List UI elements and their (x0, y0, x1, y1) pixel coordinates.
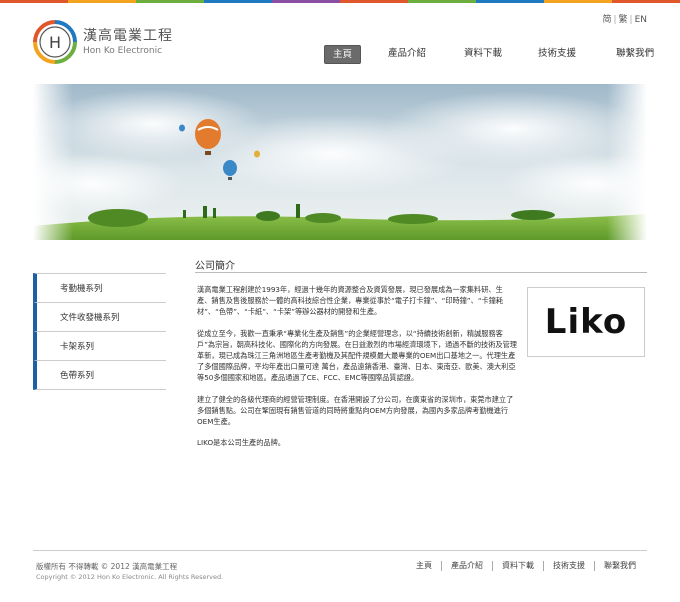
footer-link-home[interactable]: 主頁 (407, 561, 441, 571)
footer-link-contact[interactable]: 聯繫我們 (594, 561, 645, 571)
company-intro: 漢高電業工程創建於1993年，經過十幾年的資源整合及資質發展，現已發展成為一家集… (197, 284, 517, 458)
section-divider (195, 272, 647, 273)
brand-logo-text: Liko (544, 302, 628, 342)
intro-paragraph: 漢高電業工程創建於1993年，經過十幾年的資源整合及資質發展，現已發展成為一家集… (197, 285, 504, 317)
sidebar-item-card-racks[interactable]: 卡架系列 (33, 332, 166, 361)
product-category-sidebar: 考勤機系列 文件收發機系列 卡架系列 色帶系列 (33, 273, 166, 390)
footer-link-support[interactable]: 技術支援 (543, 561, 594, 571)
footer-nav: 主頁 產品介紹 資料下載 技術支援 聯繫我們 (407, 561, 645, 571)
nav-item-home[interactable]: 主頁 (324, 45, 362, 64)
color-bar-segment (408, 0, 476, 3)
intro-paragraph: LIKO是本公司生產的品牌。 (197, 438, 285, 448)
color-bar-segment (68, 0, 136, 3)
logo-mark-icon: H (33, 20, 77, 64)
logo-mark-letter: H (49, 33, 61, 52)
nav-item-downloads[interactable]: 資料下載 (457, 45, 509, 62)
footer-link-downloads[interactable]: 資料下載 (492, 561, 543, 571)
logo-name-cn: 漢高電業工程 (83, 27, 173, 44)
hero-banner (33, 84, 647, 240)
color-bar-segment (0, 0, 68, 3)
intro-paragraph: 建立了健全的各級代理商的經營管理制度。在香港開設了分公司，在廣東省的深圳市，東莞… (197, 394, 514, 427)
color-bar-segment (544, 0, 612, 3)
color-bar-segment (136, 0, 204, 3)
copyright-cn: 版權所有 不得轉載 © 2012 漢高電業工程 (36, 562, 178, 571)
sidebar-item-document-machines[interactable]: 文件收發機系列 (33, 303, 166, 332)
intro-paragraph: 從成立至今，我歡一直秉承“專業化生產及銷售”的企業經營理念，以“持續技術創新，精… (197, 328, 517, 383)
section-title: 公司簡介 (195, 261, 235, 272)
brand-logo-box: Liko (527, 287, 645, 357)
copyright-en: Copyright © 2012 Hon Ko Electronic. All … (36, 573, 224, 581)
language-switcher: 简 | 繁 | EN (602, 15, 647, 25)
footer-divider (33, 550, 647, 551)
lang-simplified[interactable]: 简 (602, 15, 611, 25)
color-bar-segment (340, 0, 408, 3)
color-bar-segment (612, 0, 680, 3)
lang-traditional[interactable]: 繁 (619, 15, 628, 25)
sidebar-item-ribbons[interactable]: 色帶系列 (33, 361, 166, 390)
footer-copyright: 版權所有 不得轉載 © 2012 漢高電業工程 Copyright © 2012… (36, 561, 223, 583)
color-bar-segment (272, 0, 340, 3)
nav-item-support[interactable]: 技術支援 (531, 45, 583, 62)
nav-item-products[interactable]: 產品介紹 (381, 45, 433, 62)
main-nav: 主頁 產品介紹 資料下載 技術支援 聯繫我們 (324, 45, 661, 64)
sidebar-item-attendance-machines[interactable]: 考勤機系列 (33, 273, 166, 303)
footer-link-products[interactable]: 產品介紹 (441, 561, 492, 571)
logo-name-en: Hon Ko Electronic (83, 45, 163, 56)
lang-english[interactable]: EN (635, 15, 647, 25)
color-bar-segment (476, 0, 544, 3)
color-bar-segment (204, 0, 272, 3)
top-color-bar (0, 0, 680, 3)
nav-item-contact[interactable]: 聯繫我們 (609, 45, 661, 62)
site-logo[interactable]: H 漢高電業工程 Hon Ko Electronic (33, 20, 173, 64)
